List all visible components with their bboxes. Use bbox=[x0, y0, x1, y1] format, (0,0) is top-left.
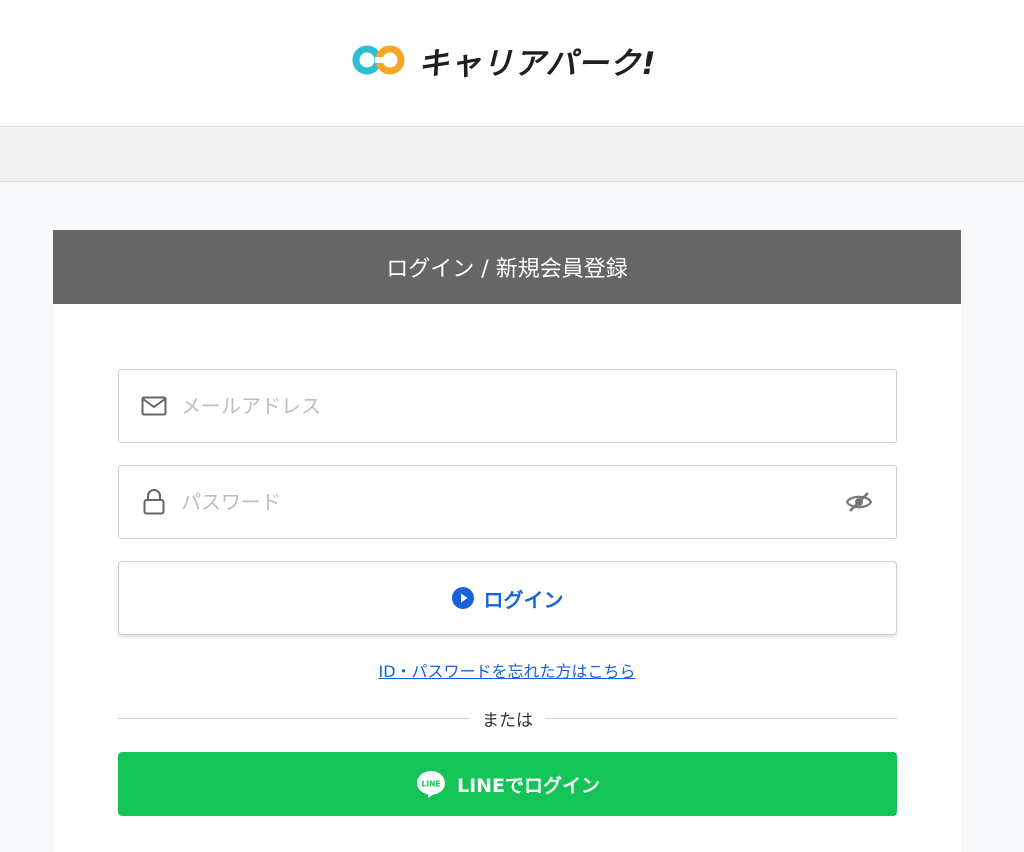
divider-line-left bbox=[118, 717, 470, 719]
password-field[interactable] bbox=[118, 465, 897, 539]
line-login-button[interactable]: LINE LINEでログイン bbox=[118, 752, 897, 816]
card-title: ログイン / 新規会員登録 bbox=[386, 257, 628, 282]
divider-line-right bbox=[545, 717, 897, 719]
mail-icon bbox=[141, 393, 167, 419]
login-button-label: ログイン bbox=[483, 587, 564, 612]
forgot-password-row: ID・パスワードを忘れた方はこちら bbox=[53, 658, 961, 682]
brand-logo[interactable]: キャリアパーク! bbox=[352, 40, 657, 82]
play-circle-icon bbox=[451, 587, 474, 609]
sub-header-band bbox=[0, 128, 1024, 182]
site-header: キャリアパーク! bbox=[0, 0, 1024, 127]
line-icon: LINE bbox=[416, 771, 445, 798]
lock-icon bbox=[141, 489, 167, 515]
login-button[interactable]: ログイン bbox=[118, 561, 897, 635]
co-logo-icon bbox=[352, 45, 405, 75]
line-login-label: LINEでログイン bbox=[456, 774, 601, 797]
card-header: ログイン / 新規会員登録 bbox=[53, 230, 961, 304]
email-input[interactable] bbox=[181, 370, 896, 442]
login-card: ログイン / 新規会員登録 メールアドレス ログイン ID・パスワードを忘れた方… bbox=[53, 230, 961, 852]
email-field[interactable] bbox=[118, 369, 897, 443]
divider-text: または bbox=[482, 710, 533, 731]
brand-name: キャリアパーク! bbox=[418, 45, 657, 82]
eye-off-icon[interactable] bbox=[844, 487, 874, 517]
password-input[interactable] bbox=[181, 466, 844, 538]
line-icon-text: LINE bbox=[421, 780, 440, 789]
or-divider: または bbox=[118, 706, 897, 731]
forgot-password-link[interactable]: ID・パスワードを忘れた方はこちら bbox=[378, 662, 635, 681]
